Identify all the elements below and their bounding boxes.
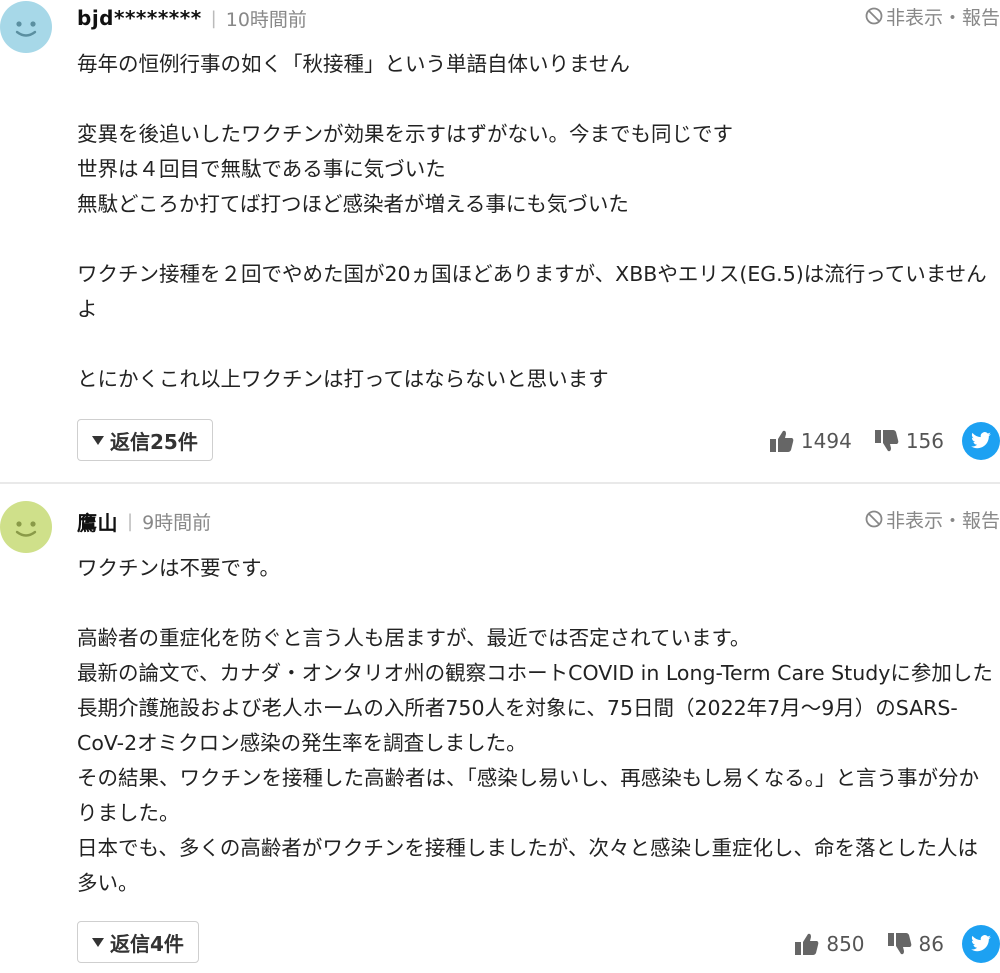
comment-header: bjd******** | 10時間前 — [77, 3, 307, 33]
thumbs-up-icon — [795, 933, 819, 955]
reply-count-label: 返信4件 — [110, 931, 184, 956]
reply-toggle-button[interactable]: 返信25件 — [77, 419, 213, 461]
vote-bar: 850 86 — [794, 924, 1000, 964]
ban-icon — [865, 7, 883, 25]
smiley-face-icon — [0, 1, 52, 53]
dislike-count: 156 — [905, 429, 944, 453]
hide-report-link[interactable]: 非表示・報告 — [865, 504, 1000, 534]
smiley-face-icon — [0, 501, 52, 553]
like-count: 850 — [826, 932, 865, 956]
thumbs-down-icon — [887, 933, 911, 955]
caret-down-icon — [92, 435, 104, 445]
dislike-button[interactable]: 86 — [887, 932, 944, 956]
vote-bar: 1494 156 — [769, 421, 1000, 461]
dislike-button[interactable]: 156 — [874, 429, 944, 453]
avatar[interactable] — [0, 501, 52, 553]
comment: bjd******** | 10時間前 非表示・報告 毎年の恒例行事の如く「秋接… — [0, 0, 1000, 482]
separator: | — [127, 510, 134, 532]
hide-report-label: 非表示・報告 — [885, 6, 1000, 29]
like-button[interactable]: 1494 — [769, 429, 852, 453]
avatar[interactable] — [0, 1, 52, 53]
like-count: 1494 — [800, 429, 852, 453]
username[interactable]: bjd******** — [77, 6, 202, 30]
timestamp: 9時間前 — [142, 511, 212, 534]
separator: | — [210, 7, 217, 29]
comment-body: ワクチンは不要です。 高齢者の重症化を防ぐと言う人も居ますが、最近では否定されて… — [77, 556, 993, 895]
timestamp: 10時間前 — [225, 8, 307, 31]
username[interactable]: 鷹山 — [77, 507, 118, 536]
comment: 鷹山 | 9時間前 非表示・報告 ワクチンは不要です。 高齢者の重症化を防ぐと言… — [0, 484, 1000, 973]
twitter-share-button[interactable] — [962, 422, 1000, 460]
caret-down-icon — [92, 937, 104, 947]
twitter-icon — [971, 432, 991, 449]
hide-report-label: 非表示・報告 — [885, 509, 1000, 532]
like-button[interactable]: 850 — [794, 932, 865, 956]
dislike-count: 86 — [918, 932, 944, 956]
ban-icon — [865, 510, 883, 528]
comment-header: 鷹山 | 9時間前 — [77, 506, 211, 536]
reply-count-label: 返信25件 — [110, 429, 198, 454]
hide-report-link[interactable]: 非表示・報告 — [865, 1, 1000, 31]
twitter-icon — [971, 935, 991, 952]
thumbs-down-icon — [874, 430, 899, 452]
thumbs-up-icon — [769, 430, 794, 452]
comment-body: 毎年の恒例行事の如く「秋接種」という単語自体いりません 変異を後追いしたワクチン… — [77, 52, 987, 391]
twitter-share-button[interactable] — [962, 925, 1000, 963]
reply-toggle-button[interactable]: 返信4件 — [77, 921, 199, 963]
